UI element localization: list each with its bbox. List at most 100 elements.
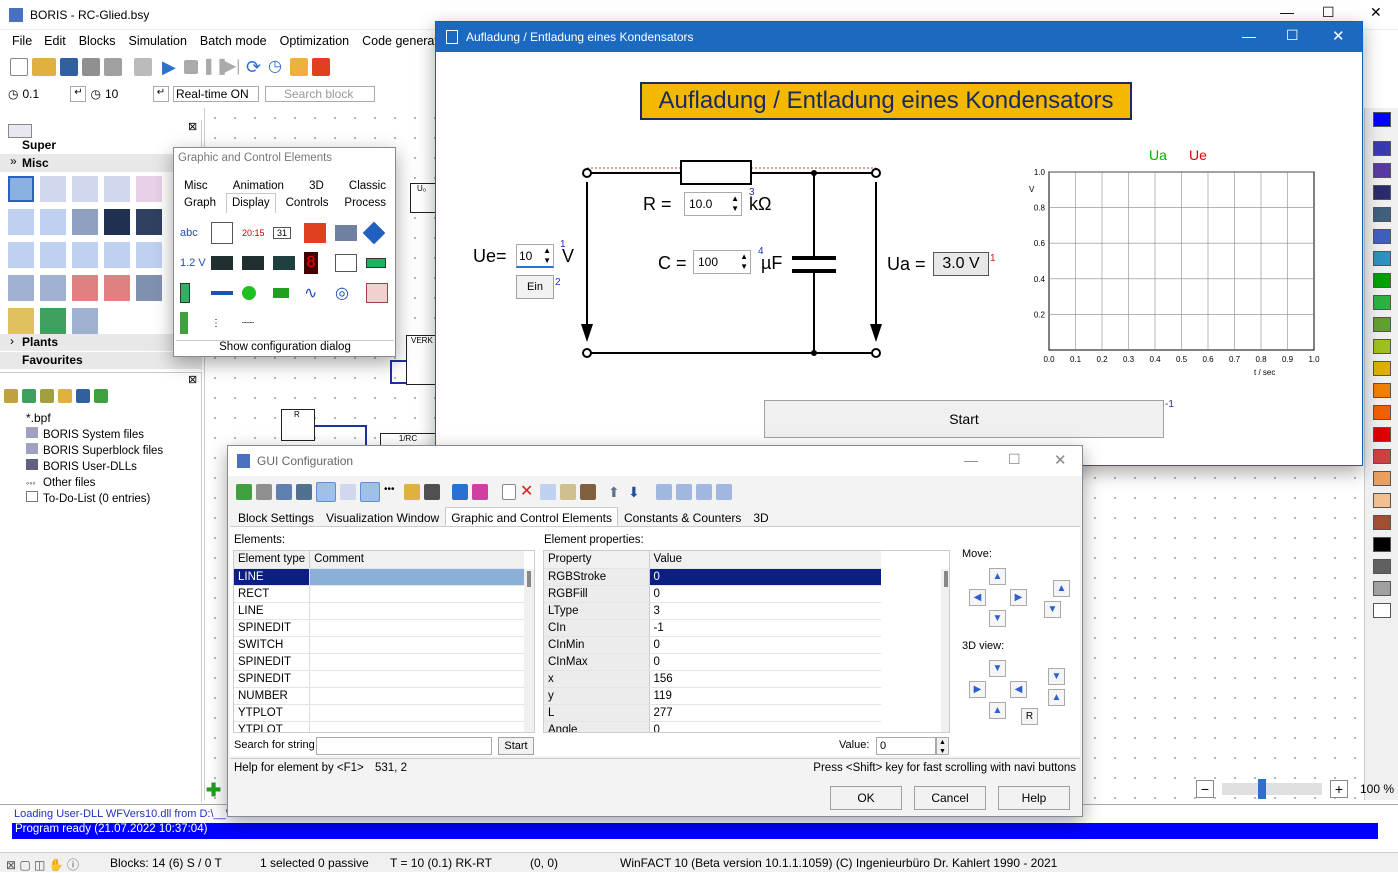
align-top-icon[interactable]: [696, 484, 712, 500]
block-icon[interactable]: [8, 275, 34, 301]
tree-item[interactable]: BORIS Superblock files: [26, 443, 163, 459]
block-icon[interactable]: [72, 176, 98, 202]
view3d-z-up-button[interactable]: ▲: [1048, 689, 1065, 706]
property-row[interactable]: Angle 0: [544, 721, 881, 732]
col-comment[interactable]: Comment: [309, 551, 524, 569]
property-value-cell[interactable]: 156: [649, 670, 881, 688]
block-icon[interactable]: [8, 209, 34, 235]
step-input[interactable]: 0.1: [18, 87, 70, 101]
spin-arrows-icon[interactable]: ▲ ▼: [731, 194, 739, 214]
element-row[interactable]: LINE: [234, 602, 524, 620]
vis-minimize-button[interactable]: —: [1242, 28, 1256, 44]
block-icon[interactable]: [40, 242, 66, 268]
align-bottom-icon[interactable]: [716, 484, 732, 500]
view3d-up-button[interactable]: ▲: [989, 702, 1006, 719]
tab-graph[interactable]: Graph: [178, 193, 222, 213]
property-value-cell[interactable]: -1: [649, 619, 881, 637]
block-icon[interactable]: [72, 275, 98, 301]
files-icon[interactable]: [4, 389, 18, 403]
keyboard-icon[interactable]: [335, 225, 357, 241]
palette-color-swatch[interactable]: [1373, 405, 1391, 420]
element-row[interactable]: LINE: [234, 568, 524, 586]
palette-color-swatch[interactable]: [1373, 537, 1391, 552]
thermo-icon[interactable]: [180, 312, 188, 334]
palette-color-swatch[interactable]: [1373, 427, 1391, 442]
canvas-block-u0[interactable]: U₀: [410, 183, 436, 213]
group-favourites-header[interactable]: Favourites: [0, 352, 202, 369]
seven-seg-icon[interactable]: 8: [304, 252, 318, 274]
element-row[interactable]: SPINEDIT: [234, 653, 524, 671]
refresh-icon[interactable]: ⟳: [246, 58, 264, 76]
property-row[interactable]: RGBStroke 0: [544, 568, 881, 586]
files2-icon[interactable]: [22, 389, 36, 403]
palette-color-swatch[interactable]: [1373, 207, 1391, 222]
align-left-icon[interactable]: [656, 484, 672, 500]
tab-controls[interactable]: Controls: [280, 193, 335, 213]
block-icon[interactable]: [136, 209, 162, 235]
minimize-button[interactable]: —: [1280, 4, 1294, 20]
align-center-icon[interactable]: [676, 484, 692, 500]
block-icon[interactable]: [8, 308, 34, 334]
lcd-icon[interactable]: [211, 256, 233, 270]
block-icon[interactable]: [104, 275, 130, 301]
paste-icon[interactable]: [560, 484, 576, 500]
elements-scrollbar[interactable]: [524, 569, 534, 732]
start-button[interactable]: Start: [764, 400, 1164, 438]
save-icon[interactable]: [60, 58, 78, 76]
menu-simulation[interactable]: Simulation: [129, 34, 187, 48]
grid-icon[interactable]: [340, 484, 356, 500]
move-z-down-button[interactable]: ▼: [1044, 601, 1061, 618]
menu-file[interactable]: File: [12, 34, 32, 48]
lock-icon[interactable]: [404, 484, 420, 500]
cancel-button[interactable]: Cancel: [914, 786, 986, 810]
dots-icon[interactable]: •••: [384, 484, 400, 500]
arrow-right-icon[interactable]: [276, 484, 292, 500]
open-icon[interactable]: [32, 58, 56, 76]
block-icon[interactable]: [72, 242, 98, 268]
canvas-block-r[interactable]: R: [281, 409, 315, 441]
image-icon[interactable]: [296, 484, 312, 500]
tree-item[interactable]: BORIS User-DLLs: [26, 459, 163, 475]
curve-icon[interactable]: ∿: [304, 283, 335, 303]
hand-icon[interactable]: [290, 58, 308, 76]
property-row[interactable]: y 119: [544, 687, 881, 705]
search-input[interactable]: [316, 737, 492, 755]
zoom-slider[interactable]: [1222, 783, 1322, 795]
palette-color-swatch[interactable]: [1373, 273, 1391, 288]
play-icon[interactable]: ▶: [162, 58, 180, 76]
palette-color-swatch[interactable]: [1373, 163, 1391, 178]
element-row[interactable]: YTPLOT: [234, 721, 524, 732]
tab-display[interactable]: Display: [225, 193, 276, 213]
block-icon[interactable]: [136, 275, 162, 301]
palette-color-swatch[interactable]: [1373, 361, 1391, 376]
settings-icon[interactable]: [256, 484, 272, 500]
spiral-icon[interactable]: ◎: [335, 283, 366, 303]
text-element-icon[interactable]: abc: [180, 227, 211, 239]
vis-close-button[interactable]: ✕: [1332, 27, 1345, 45]
spin-arrows-icon[interactable]: ▲ ▼: [740, 252, 748, 272]
view3d-down-button[interactable]: ▼: [989, 660, 1006, 677]
palette-color-swatch[interactable]: [1373, 515, 1391, 530]
block-icon[interactable]: [104, 209, 130, 235]
move-up-icon[interactable]: ⬆: [608, 484, 624, 500]
step-icon[interactable]: ▶|: [224, 58, 242, 76]
fab-icon[interactable]: [580, 484, 596, 500]
help-button[interactable]: Help: [998, 786, 1070, 810]
view3d-right-button[interactable]: ▶: [969, 681, 986, 698]
move-down-icon[interactable]: ⬇: [628, 484, 644, 500]
palette-color-swatch[interactable]: [1373, 317, 1391, 332]
clock-icon[interactable]: ◷: [268, 58, 286, 76]
maximize-button[interactable]: ☐: [1322, 4, 1335, 21]
col-property[interactable]: Property: [544, 551, 650, 569]
element-row[interactable]: SPINEDIT: [234, 670, 524, 688]
group-plants-header[interactable]: › Plants: [0, 334, 202, 351]
move-up-button[interactable]: ▲: [989, 568, 1006, 585]
block-icon[interactable]: [104, 242, 130, 268]
block-icon[interactable]: [40, 176, 66, 202]
menu-optimization[interactable]: Optimization: [280, 34, 349, 48]
sound-icon[interactable]: [316, 482, 336, 502]
view3d-left-button[interactable]: ◀: [1010, 681, 1027, 698]
palette-color-swatch[interactable]: [1373, 229, 1391, 244]
block-icon[interactable]: [136, 242, 162, 268]
menu-batch[interactable]: Batch mode: [200, 34, 267, 48]
